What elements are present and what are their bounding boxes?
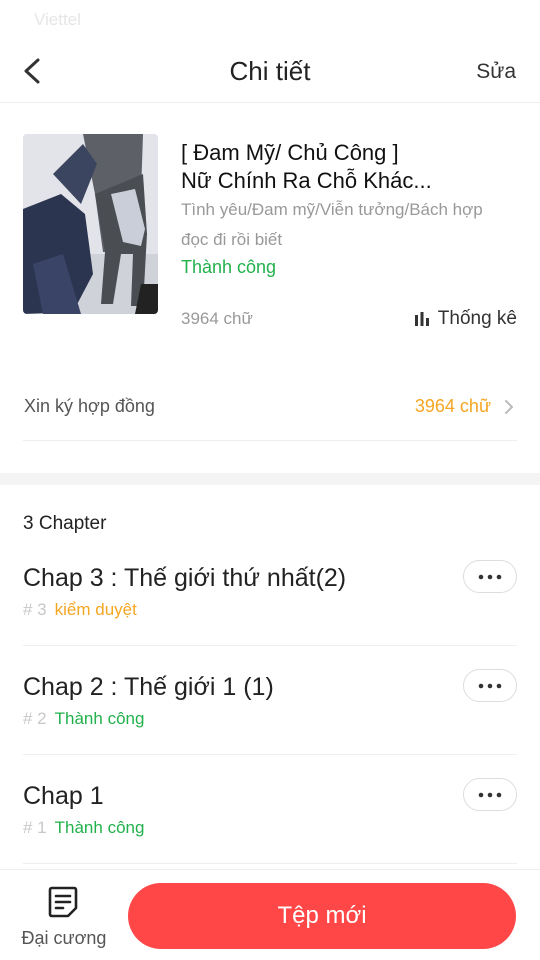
chapter-status: Thành công <box>54 818 145 837</box>
chevron-right-icon <box>505 400 513 414</box>
chapter-item[interactable]: Chap 1 # 1 Thành công <box>23 755 517 864</box>
outline-label: Đại cương <box>21 928 107 948</box>
page-title: Chi tiết <box>229 56 311 86</box>
chapter-list: Chap 3 : Thế giới thứ nhất(2) # 3 kiểm d… <box>23 537 517 864</box>
chapter-item[interactable]: Chap 2 : Thế giới 1 (1) # 2 Thành công <box>23 646 517 755</box>
contract-row[interactable]: Xin ký hợp đồng 3964 chữ <box>23 375 517 441</box>
chapter-number: # 3 <box>23 600 47 619</box>
book-genres: Tình yêu/Đam mỹ/Viễn tưởng/Bách hợp <box>181 200 483 219</box>
contract-label: Xin ký hợp đồng <box>24 396 155 416</box>
chapter-count: 3 Chapter <box>23 513 107 534</box>
chapter-number: # 1 <box>23 818 47 837</box>
cover-illustration <box>23 134 158 314</box>
status-bar: Viettel <box>0 0 540 40</box>
chapter-more-button[interactable] <box>463 560 517 593</box>
book-info: [ Đam Mỹ/ Chủ Công ] Nữ Chính Ra Chỗ Khá… <box>0 103 540 473</box>
more-icon <box>478 574 502 579</box>
chapter-meta: # 2 Thành công <box>23 709 144 729</box>
top-nav: Chi tiết Sửa <box>0 40 540 103</box>
chapter-title: Chap 2 : Thế giới 1 (1) <box>23 673 274 701</box>
outline-button[interactable]: Đại cương <box>18 884 110 954</box>
book-cover[interactable] <box>23 134 158 314</box>
book-word-count: 3964 chữ <box>181 309 253 328</box>
book-title-line-1: [ Đam Mỹ/ Chủ Công ] <box>181 140 399 165</box>
carrier-name: Viettel <box>34 10 81 29</box>
bottom-bar: Đại cương Tệp mới <box>0 869 540 960</box>
chapter-meta: # 3 kiểm duyệt <box>23 600 137 620</box>
chapter-more-button[interactable] <box>463 669 517 702</box>
outline-icon <box>48 886 78 918</box>
edit-button[interactable]: Sửa <box>476 60 516 84</box>
chapter-status: kiểm duyệt <box>54 600 137 619</box>
chapter-item[interactable]: Chap 3 : Thế giới thứ nhất(2) # 3 kiểm d… <box>23 537 517 646</box>
new-chapter-button[interactable]: Tệp mới <box>128 883 516 949</box>
more-icon <box>478 683 502 688</box>
chapter-status: Thành công <box>54 709 145 728</box>
section-divider <box>0 473 540 485</box>
stats-button[interactable]: Thống kê <box>414 308 517 330</box>
chapter-number: # 2 <box>23 709 47 728</box>
book-title: [ Đam Mỹ/ Chủ Công ] Nữ Chính Ra Chỗ Khá… <box>181 139 517 195</box>
more-icon <box>478 792 502 797</box>
chapter-more-button[interactable] <box>463 778 517 811</box>
stats-icon <box>414 312 429 326</box>
chapter-title: Chap 1 <box>23 782 104 810</box>
book-description: đọc đi rồi biết <box>181 230 283 249</box>
book-title-line-2: Nữ Chính Ra Chỗ Khác... <box>181 168 432 193</box>
chapter-title: Chap 3 : Thế giới thứ nhất(2) <box>23 564 347 592</box>
chapter-meta: # 1 Thành công <box>23 818 144 838</box>
stats-label: Thống kê <box>437 308 517 329</box>
book-status: Thành công <box>181 257 277 277</box>
contract-word-count: 3964 chữ <box>414 396 491 416</box>
